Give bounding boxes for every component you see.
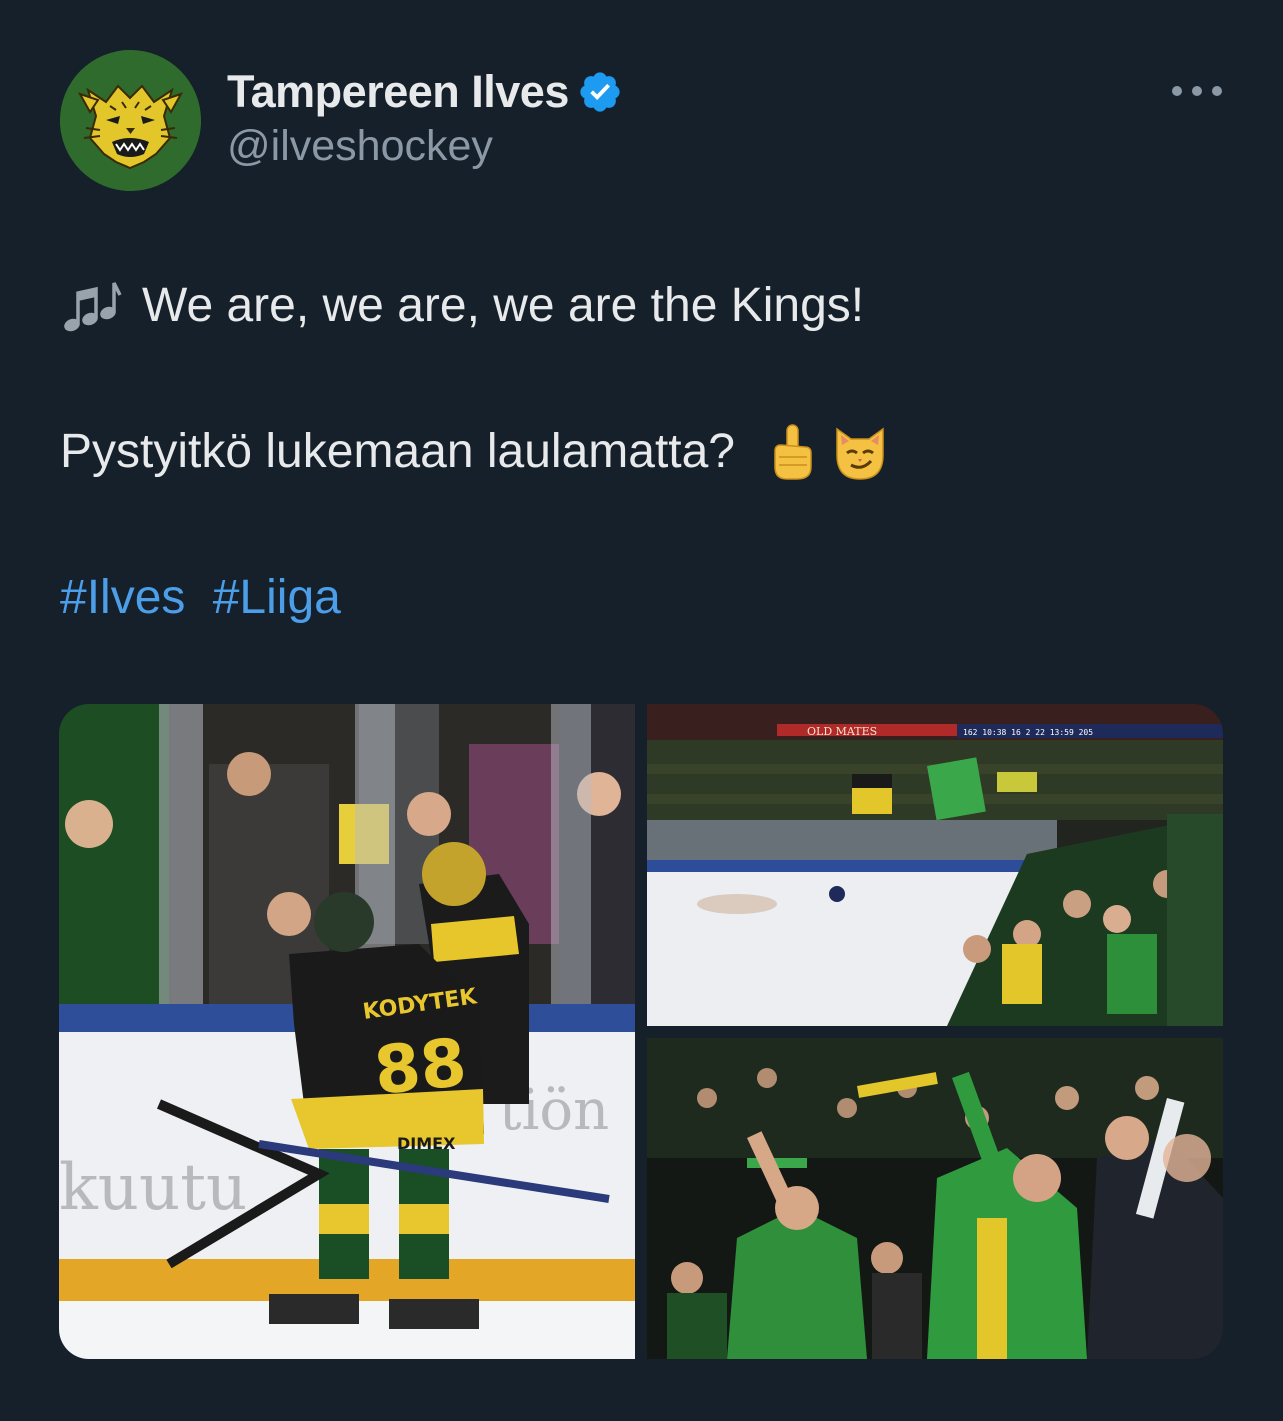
more-options-button[interactable] bbox=[1172, 78, 1222, 104]
arena-banner-text: OLD MATES bbox=[807, 725, 877, 738]
photo-players-celebrating[interactable]: kuutu tiön KODYTEK 88 DIMEX bbox=[59, 704, 635, 1359]
verified-badge-icon bbox=[577, 69, 623, 115]
media-grid: kuutu tiön KODYTEK 88 DIMEX OLD MATES 16… bbox=[59, 704, 1223, 1359]
photo-arena-overview[interactable]: OLD MATES 162 10:38 16 2 22 13:59 205 bbox=[647, 704, 1223, 1026]
ilves-logo bbox=[60, 50, 201, 191]
jersey-number: 88 bbox=[371, 1024, 470, 1110]
dot-icon bbox=[1192, 86, 1202, 96]
dot-icon bbox=[1212, 86, 1222, 96]
handle[interactable]: @ilveshockey bbox=[227, 122, 623, 171]
dot-icon bbox=[1172, 86, 1182, 96]
account-names: Tampereen Ilves @ilveshockey bbox=[227, 64, 623, 171]
photo-fans-cheering[interactable] bbox=[647, 1038, 1223, 1359]
hashtag-ilves[interactable]: #Ilves bbox=[60, 571, 185, 624]
scoreboard-text: 162 10:38 16 2 22 13:59 205 bbox=[963, 728, 1093, 737]
pointing-up-icon bbox=[761, 421, 823, 483]
board-text: kuutu bbox=[59, 1151, 247, 1225]
tweet-line-1-text: We are, we are, we are the Kings! bbox=[142, 279, 865, 332]
music-notes-icon bbox=[60, 275, 122, 337]
hashtags: #Ilves #Liiga bbox=[60, 562, 341, 634]
tweet-line-2-text: Pystyitkö lukemaan laulamatta? bbox=[60, 425, 735, 478]
smirking-cat-icon bbox=[829, 421, 891, 483]
tweet-line-2: Pystyitkö lukemaan laulamatta? bbox=[60, 416, 891, 488]
avatar[interactable] bbox=[60, 50, 201, 191]
hashtag-liiga[interactable]: #Liiga bbox=[213, 571, 341, 624]
display-name-row: Tampereen Ilves bbox=[227, 64, 623, 120]
display-name[interactable]: Tampereen Ilves bbox=[227, 66, 569, 118]
tweet-line-1: We are, we are, we are the Kings! bbox=[60, 270, 864, 342]
